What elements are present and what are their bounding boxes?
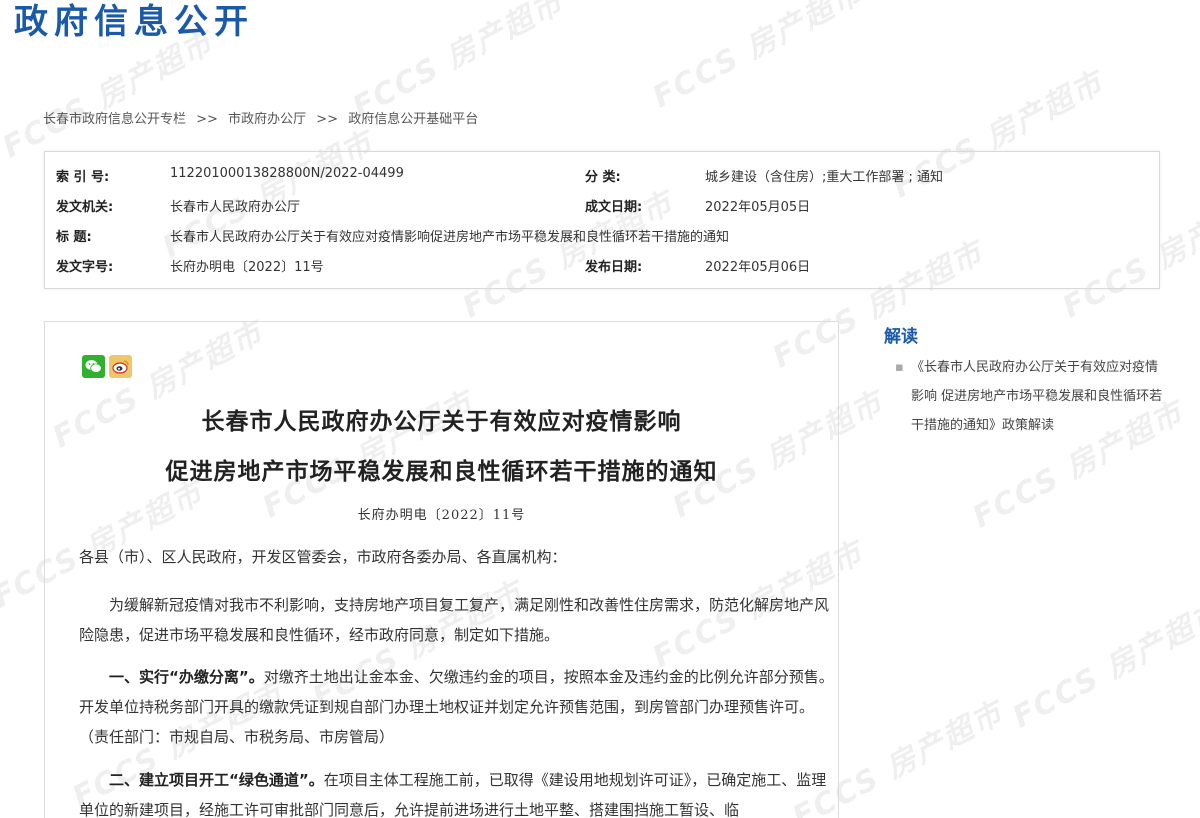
meta-published-value: 2022年05月06日 [705, 260, 811, 275]
article-item-1: 一、实行“办缴分离”。对缴齐土地出让金本金、欠缴违约金的项目，按照本金及违约金的… [79, 662, 834, 752]
breadcrumb: 长春市政府信息公开专栏 >> 市政府办公厅 >> 政府信息公开基础平台 [43, 108, 478, 127]
breadcrumb-separator: >> [316, 112, 339, 127]
breadcrumb-item-office[interactable]: 市政府办公厅 [228, 112, 306, 127]
meta-row-title: 标 题: 长春市人民政府办公厅关于有效应对疫情影响促进房地产市场平稳发展和良性循… [45, 226, 1159, 246]
article-body: 长春市人民政府办公厅关于有效应对疫情影响 促进房地产市场平稳发展和良性循环若干措… [44, 321, 839, 818]
weibo-icon[interactable] [109, 355, 132, 378]
site-title: 政府信息公开 [14, 2, 254, 42]
sidebar-interpretation-title: 解读 [884, 327, 918, 347]
meta-created-value: 2022年05月05日 [705, 200, 811, 215]
wechat-icon[interactable] [82, 355, 105, 378]
meta-row-docno: 发文字号: 长府办明电〔2022〕11号 发布日期: 2022年05月06日 [45, 256, 1159, 276]
watermark: FCCS 房产超市 [647, 0, 870, 116]
breadcrumb-separator: >> [196, 112, 218, 127]
meta-title-value: 长春市人民政府办公厅关于有效应对疫情影响促进房地产市场平稳发展和良性循环若干措施… [170, 230, 730, 245]
article-salutation: 各县（市）、区人民政府，开发区管委会，市政府各委办局、各直属机构： [79, 548, 567, 566]
meta-docno-label: 发文字号: [56, 260, 114, 275]
article-intro-paragraph: 为缓解新冠疫情对我市不利影响，支持房地产项目复工复产，满足刚性和改善性住房需求，… [79, 596, 830, 644]
article-doc-number: 长府办明电〔2022〕11号 [357, 508, 526, 523]
meta-category-label: 分 类: [585, 170, 621, 185]
article-title-line2: 促进房地产市场平稳发展和良性循环若干措施的通知 [165, 458, 718, 485]
bullet-icon: ▪ [895, 360, 904, 375]
meta-issuer-label: 发文机关: [56, 200, 114, 215]
article-title-line1: 长春市人民政府办公厅关于有效应对疫情影响 [201, 408, 682, 435]
meta-category-value: 城乡建设（含住房）;重大工作部署 ; 通知 [705, 170, 944, 185]
document-metadata-panel: 索 引 号: 11220100013828800N/2022-04499 分 类… [44, 151, 1160, 289]
meta-issuer-value: 长春市人民政府办公厅 [170, 200, 301, 215]
sidebar-interpretation-item[interactable]: ▪ 《长春市人民政府办公厅关于有效应对疫情影响 促进房地产市场平稳发展和良性循环… [895, 353, 1165, 440]
meta-docno-value: 长府办明电〔2022〕11号 [170, 260, 324, 275]
meta-title-label: 标 题: [56, 230, 92, 245]
article-item-2: 二、建立项目开工“绿色通道”。在项目主体工程施工前，已取得《建设用地规划许可证》… [79, 765, 834, 818]
meta-index-label: 索 引 号: [56, 170, 110, 185]
meta-row-index: 索 引 号: 11220100013828800N/2022-04499 分 类… [45, 166, 1159, 186]
breadcrumb-item-platform[interactable]: 政府信息公开基础平台 [348, 112, 478, 127]
meta-published-label: 发布日期: [585, 260, 643, 275]
article-item-2-heading: 二、建立项目开工“绿色通道”。 [109, 771, 324, 789]
meta-index-value: 11220100013828800N/2022-04499 [170, 166, 404, 181]
meta-row-issuer: 发文机关: 长春市人民政府办公厅 成文日期: 2022年05月05日 [45, 196, 1159, 216]
sidebar-interpretation-link[interactable]: 《长春市人民政府办公厅关于有效应对疫情影响 促进房地产市场平稳发展和良性循环若干… [911, 353, 1165, 440]
watermark: FCCS 房产超市 [1007, 594, 1200, 736]
breadcrumb-item-home[interactable]: 长春市政府信息公开专栏 [43, 112, 186, 127]
share-bar [82, 355, 132, 378]
meta-created-label: 成文日期: [585, 200, 643, 215]
article-item-1-heading: 一、实行“办缴分离”。 [109, 668, 264, 686]
